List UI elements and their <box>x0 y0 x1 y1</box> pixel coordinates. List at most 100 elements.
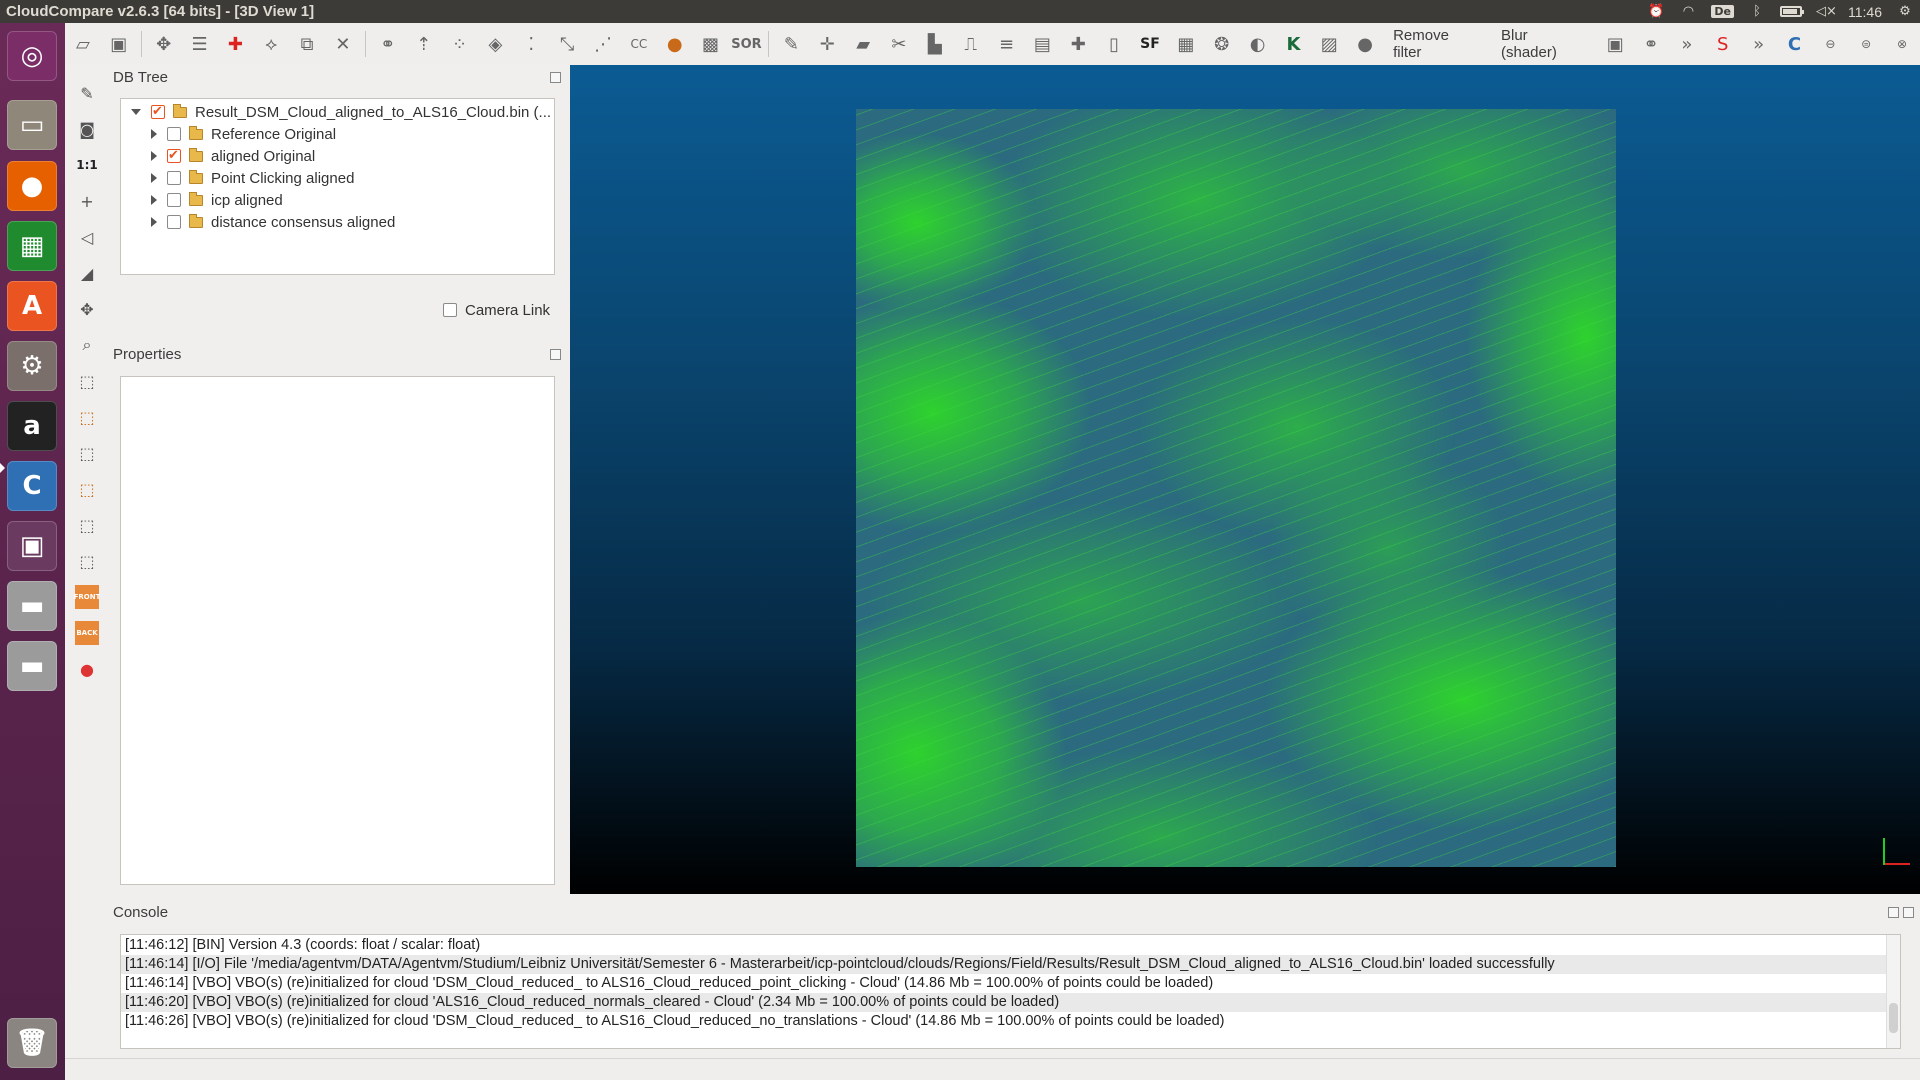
launcher-workspace-switcher-icon[interactable]: ▣ <box>7 521 57 571</box>
expand-icon[interactable] <box>151 151 157 161</box>
list-icon[interactable]: ☰ <box>186 30 214 58</box>
launcher-system-settings-icon[interactable]: ⚙ <box>7 341 57 391</box>
console-scrollbar[interactable] <box>1886 935 1900 1048</box>
move-icon[interactable]: ✥ <box>75 297 99 321</box>
tree-root-item[interactable]: Result_DSM_Cloud_aligned_to_ALS16_Cloud.… <box>131 101 551 123</box>
root-checkbox[interactable] <box>151 103 165 119</box>
tree-item-distance-consensus-aligned[interactable]: distance consensus aligned <box>151 211 395 233</box>
sample-points-icon[interactable]: ⁚ <box>517 30 545 58</box>
launcher-drive-1-icon[interactable]: ▬ <box>7 581 57 631</box>
tree-checkbox[interactable] <box>167 171 181 185</box>
db-tree-float-icon[interactable] <box>550 72 561 83</box>
gear-icon[interactable]: ⚙ <box>1896 4 1914 19</box>
remove-filter-button[interactable]: Remove filter <box>1383 27 1491 61</box>
launcher-amazon-icon[interactable]: a <box>7 401 57 451</box>
plane-icon[interactable]: ▰ <box>849 30 877 58</box>
camera-link-toggle[interactable]: Camera Link <box>443 299 550 321</box>
zoom-1to1-button[interactable]: 1:1 <box>75 153 99 177</box>
view-front-icon[interactable]: ⬚ <box>75 405 99 429</box>
shading-icon[interactable]: ◢ <box>75 261 99 285</box>
blur-shader-button[interactable]: Blur (shader) <box>1491 27 1597 61</box>
launcher-software-center-icon[interactable]: A <box>7 281 57 331</box>
filter-range-icon[interactable]: ≡ <box>993 30 1021 58</box>
open-icon[interactable]: ▱ <box>69 30 97 58</box>
c2c-distance-icon[interactable]: ⋰ <box>589 30 617 58</box>
point-cloud[interactable] <box>856 109 1616 867</box>
collapse-icon[interactable] <box>131 109 141 115</box>
keyboard-layout-indicator[interactable]: De <box>1711 5 1734 18</box>
view-top-icon[interactable]: ⬚ <box>75 369 99 393</box>
perspective-icon[interactable]: ◁ <box>75 225 99 249</box>
bluetooth-icon[interactable]: ᛒ <box>1748 4 1766 19</box>
clapper-icon[interactable]: ▦ <box>1172 30 1200 58</box>
more-toolbar-2-icon[interactable]: » <box>1745 30 1773 58</box>
properties-float-icon[interactable] <box>550 349 561 360</box>
view-left-icon[interactable]: ⬚ <box>75 441 99 465</box>
tree-checkbox[interactable] <box>167 147 181 163</box>
kinect-icon[interactable]: K <box>1280 30 1308 58</box>
plot-icon[interactable]: ⎍ <box>957 30 985 58</box>
pencil-icon[interactable]: ✎ <box>75 81 99 105</box>
stereo-icon[interactable]: ● <box>75 657 99 681</box>
expand-icon[interactable] <box>151 173 157 183</box>
tree-checkbox[interactable] <box>167 127 181 141</box>
expand-icon[interactable] <box>151 195 157 205</box>
pick-point-icon[interactable]: ✚ <box>221 30 249 58</box>
tree-item-reference-original[interactable]: Reference Original <box>151 123 336 145</box>
eye-dome-icon[interactable]: ▣ <box>1601 30 1629 58</box>
view-back-button[interactable]: BACK <box>75 621 99 645</box>
clock[interactable]: 11:46 <box>1848 4 1882 20</box>
tree-checkbox[interactable] <box>167 215 181 229</box>
alarm-clock-icon[interactable]: ⏰ <box>1647 4 1665 19</box>
view-right-icon[interactable]: ⬚ <box>75 477 99 501</box>
tree-checkbox[interactable] <box>167 193 181 207</box>
close-icon[interactable]: ⊗ <box>1888 30 1916 58</box>
sor-filter-icon[interactable]: SOR <box>731 30 761 58</box>
calculator-icon[interactable]: ▯ <box>1100 30 1128 58</box>
console-float-icon[interactable] <box>1888 907 1899 918</box>
view-iso-icon[interactable]: ⬚ <box>75 549 99 573</box>
battery-icon[interactable] <box>1780 6 1804 17</box>
tree-item-point-clicking-aligned[interactable]: Point Clicking aligned <box>151 167 354 189</box>
sphere-icon[interactable]: ● <box>1351 30 1379 58</box>
launcher-files-icon[interactable]: ▭ <box>7 100 57 150</box>
hpr-icon[interactable]: ◐ <box>1244 30 1272 58</box>
translate-rotate-icon[interactable]: ✥ <box>150 30 178 58</box>
launcher-ubuntu-dash-icon[interactable]: ◎ <box>7 31 57 81</box>
normals-icon[interactable]: ⇡ <box>410 30 438 58</box>
tree-item-aligned-original[interactable]: aligned Original <box>151 145 315 167</box>
align-icon[interactable]: ⤡ <box>553 30 581 58</box>
transform-icon[interactable]: ✛ <box>813 30 841 58</box>
launcher-drive-2-icon[interactable]: ▬ <box>7 641 57 691</box>
magnifier-icon[interactable]: ⌕ <box>75 333 99 357</box>
3d-view[interactable] <box>570 65 1920 894</box>
expand-icon[interactable] <box>151 129 157 139</box>
save-icon[interactable]: ▣ <box>105 30 133 58</box>
histogram-icon[interactable]: ▙ <box>921 30 949 58</box>
launcher-firefox-icon[interactable]: ● <box>7 161 57 211</box>
swirl-icon[interactable]: ❂ <box>1208 30 1236 58</box>
wifi-icon[interactable]: ◠ <box>1679 4 1697 19</box>
cc-icon[interactable]: CC <box>625 30 653 58</box>
camera-link-checkbox[interactable] <box>443 303 457 317</box>
cross-section-icon[interactable]: ✂ <box>885 30 913 58</box>
more-toolbar-icon[interactable]: » <box>1673 30 1701 58</box>
clone-icon[interactable]: ⧉ <box>293 30 321 58</box>
scrollbar-thumb[interactable] <box>1889 1003 1898 1033</box>
view-bottom-icon[interactable]: ⬚ <box>75 513 99 537</box>
render-icon[interactable]: ▨ <box>1315 30 1343 58</box>
minimize-icon[interactable]: ⊖ <box>1816 30 1844 58</box>
bucket-icon[interactable]: ● <box>661 30 689 58</box>
subsample-icon[interactable]: ⁘ <box>446 30 474 58</box>
scalar-field-icon[interactable]: SF <box>1136 30 1164 58</box>
expand-icon[interactable] <box>151 217 157 227</box>
tree-item-icp-aligned[interactable]: icp aligned <box>151 189 283 211</box>
merge-icon[interactable]: ⚭ <box>374 30 402 58</box>
view-front-button[interactable]: FRONT <box>74 585 100 609</box>
console-close-icon[interactable] <box>1903 907 1914 918</box>
cloudcompare-logo-icon[interactable]: C <box>1781 30 1809 58</box>
checkerboard-icon[interactable]: ▩ <box>697 30 725 58</box>
camera-icon[interactable]: ◙ <box>75 117 99 141</box>
launcher-cloudcompare-icon[interactable]: C <box>7 461 57 511</box>
restore-icon[interactable]: ⊜ <box>1852 30 1880 58</box>
